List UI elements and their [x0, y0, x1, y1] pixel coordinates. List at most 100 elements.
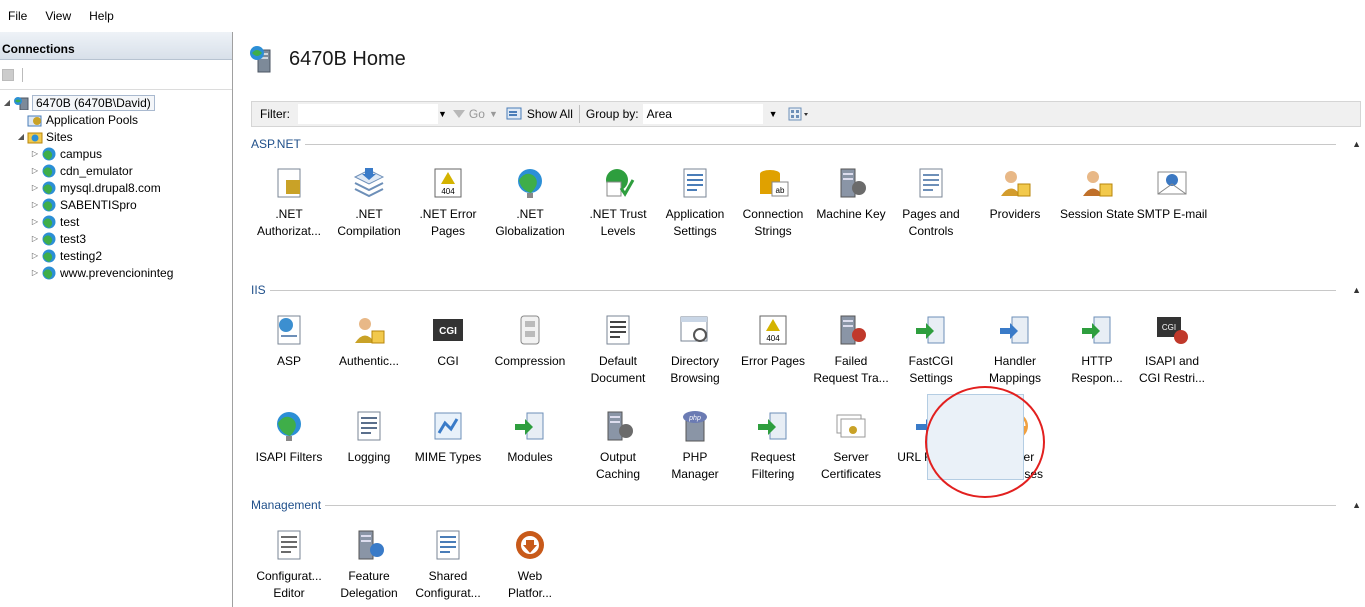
- tree-item[interactable]: ▷ www.prevencioninteg: [0, 264, 232, 281]
- feature-label: .NET Globalization: [495, 207, 565, 238]
- feature-label: Error Pages: [740, 354, 806, 368]
- collapse-arrow-icon[interactable]: ▲: [1352, 500, 1361, 510]
- menu-file[interactable]: File: [8, 9, 27, 23]
- tree-item[interactable]: Application Pools: [0, 111, 232, 128]
- feature-delegation-icon: [358, 530, 384, 560]
- feature-http-response[interactable]: HTTP Respon...: [1059, 313, 1135, 387]
- collapsed-arrow-icon[interactable]: ▷: [30, 183, 40, 192]
- feature-directory-browsing[interactable]: Directory Browsing: [657, 313, 733, 387]
- group-by-select[interactable]: Area: [642, 104, 763, 124]
- go-dropdown-icon[interactable]: ▼: [489, 109, 498, 119]
- feature-machine-key[interactable]: Machine Key: [813, 166, 889, 223]
- collapsed-arrow-icon[interactable]: ▷: [30, 234, 40, 243]
- feature-asp[interactable]: ASP: [251, 313, 327, 370]
- feature-default-document[interactable]: Default Document: [580, 313, 656, 387]
- tree-item[interactable]: ▷ SABENTISpro: [0, 196, 232, 213]
- feature-label: Handler Mappings: [988, 354, 1042, 385]
- expanded-arrow-icon[interactable]: ◢: [2, 98, 12, 107]
- configuration-editor-icon: [277, 530, 301, 560]
- group-by-dropdown-icon[interactable]: ▼: [769, 109, 778, 119]
- tree-item[interactable]: ▷ test3: [0, 230, 232, 247]
- feature-cgi[interactable]: CGI CGI: [410, 313, 486, 370]
- collapsed-arrow-icon[interactable]: ▷: [30, 251, 40, 260]
- feature-net-globalization[interactable]: .NET Globalization: [492, 166, 568, 240]
- isapi-filters-icon: [277, 412, 301, 441]
- collapse-arrow-icon[interactable]: ▲: [1352, 285, 1361, 295]
- feature-fastcgi-settings[interactable]: FastCGI Settings: [893, 313, 969, 387]
- tree-item-label: Sites: [46, 129, 73, 144]
- feature-session-state[interactable]: Session State: [1059, 166, 1135, 223]
- feature-shared-configuration[interactable]: Shared Configurat...: [410, 528, 486, 602]
- feature-label: FastCGI Settings: [908, 354, 954, 385]
- feature-php-manager[interactable]: php PHP Manager: [657, 409, 733, 483]
- feature-error-pages[interactable]: 404 Error Pages: [735, 313, 811, 370]
- feature-feature-delegation[interactable]: Feature Delegation: [331, 528, 407, 602]
- go-button[interactable]: Go ▼: [452, 107, 498, 121]
- collapsed-arrow-icon[interactable]: ▷: [30, 268, 40, 277]
- feature-application-settings[interactable]: Application Settings: [657, 166, 733, 240]
- collapsed-arrow-icon[interactable]: ▷: [30, 200, 40, 209]
- feature-label: Directory Browsing: [670, 354, 720, 385]
- tree-item[interactable]: ▷ cdn_emulator: [0, 162, 232, 179]
- feature-pages-controls[interactable]: Pages and Controls: [893, 166, 969, 240]
- feature-label: ASP: [276, 354, 301, 368]
- show-all-button[interactable]: Show All: [506, 107, 573, 121]
- tree-item[interactable]: ◢ 6470B (6470B\David): [0, 94, 232, 111]
- pages-controls-icon: [919, 168, 943, 198]
- collapsed-arrow-icon[interactable]: ▷: [30, 217, 40, 226]
- machine-key-icon: [840, 168, 866, 198]
- web-platform-installer-icon: [516, 531, 544, 559]
- toolbar-separator: [22, 67, 23, 82]
- globe-icon: [42, 249, 56, 262]
- feature-web-platform-installer[interactable]: Web Platfor...: [492, 528, 568, 602]
- net-compilation-icon: [353, 168, 385, 198]
- feature-configuration-editor[interactable]: Configurat... Editor: [251, 528, 327, 602]
- feature-smtp-email[interactable]: SMTP E-mail: [1134, 166, 1210, 223]
- feature-authentication[interactable]: Authentic...: [331, 313, 407, 370]
- feature-modules[interactable]: Modules: [492, 409, 568, 466]
- feature-request-filtering[interactable]: Request Filtering: [735, 409, 811, 483]
- menu-view[interactable]: View: [45, 9, 71, 23]
- directory-browsing-icon: [680, 316, 708, 342]
- feature-isapi-filters[interactable]: ISAPI Filters: [251, 409, 327, 466]
- tree-item-label: www.prevencioninteg: [60, 265, 174, 280]
- filter-dropdown-icon[interactable]: ▼: [438, 109, 447, 119]
- feature-net-authorization[interactable]: .NET Authorizat...: [251, 166, 327, 240]
- feature-connection-strings[interactable]: ab Connection Strings: [735, 166, 811, 240]
- feature-net-trust-levels[interactable]: .NET Trust Levels: [580, 166, 656, 240]
- menu-help[interactable]: Help: [89, 9, 114, 23]
- collapse-arrow-icon[interactable]: ▲: [1352, 139, 1361, 149]
- feature-handler-mappings[interactable]: Handler Mappings: [977, 313, 1053, 387]
- menu-bar: File View Help: [0, 0, 1365, 32]
- tree-item[interactable]: ▷ mysql.drupal8.com: [0, 179, 232, 196]
- feature-label: Providers: [989, 207, 1041, 221]
- collapsed-arrow-icon[interactable]: ▷: [30, 149, 40, 158]
- tree-item[interactable]: ▷ test: [0, 213, 232, 230]
- expanded-arrow-icon[interactable]: ◢: [16, 132, 26, 141]
- feature-output-caching[interactable]: Output Caching: [580, 409, 656, 483]
- view-mode-icon[interactable]: [788, 107, 810, 121]
- globe-icon: [42, 198, 56, 211]
- collapsed-arrow-icon[interactable]: ▷: [30, 166, 40, 175]
- feature-isapi-cgi-restrictions[interactable]: CGI ISAPI and CGI Restri...: [1134, 313, 1210, 387]
- tree-item-label: 6470B (6470B\David): [32, 94, 155, 111]
- tree-item[interactable]: ▷ campus: [0, 145, 232, 162]
- tree-item[interactable]: ▷ testing2: [0, 247, 232, 264]
- feature-label: SMTP E-mail: [1136, 207, 1208, 221]
- feature-failed-request-tracing[interactable]: Failed Request Tra...: [813, 313, 889, 387]
- tree-item[interactable]: ◢ Sites: [0, 128, 232, 145]
- connect-icon[interactable]: [2, 68, 14, 81]
- show-all-icon: [506, 107, 522, 120]
- failed-request-tracing-icon: [840, 315, 866, 345]
- feature-net-error-pages[interactable]: 404 .NET Error Pages: [410, 166, 486, 240]
- globe-icon: [42, 232, 56, 245]
- tree-item-label: testing2: [60, 248, 103, 263]
- feature-logging[interactable]: Logging: [331, 409, 407, 466]
- feature-server-certificates[interactable]: Server Certificates: [813, 409, 889, 483]
- smtp-email-icon: [1157, 171, 1187, 195]
- feature-mime-types[interactable]: MIME Types: [410, 409, 486, 466]
- filter-input[interactable]: [298, 104, 438, 124]
- feature-net-compilation[interactable]: .NET Compilation: [331, 166, 407, 240]
- feature-providers[interactable]: Providers: [977, 166, 1053, 223]
- feature-compression[interactable]: Compression: [492, 313, 568, 370]
